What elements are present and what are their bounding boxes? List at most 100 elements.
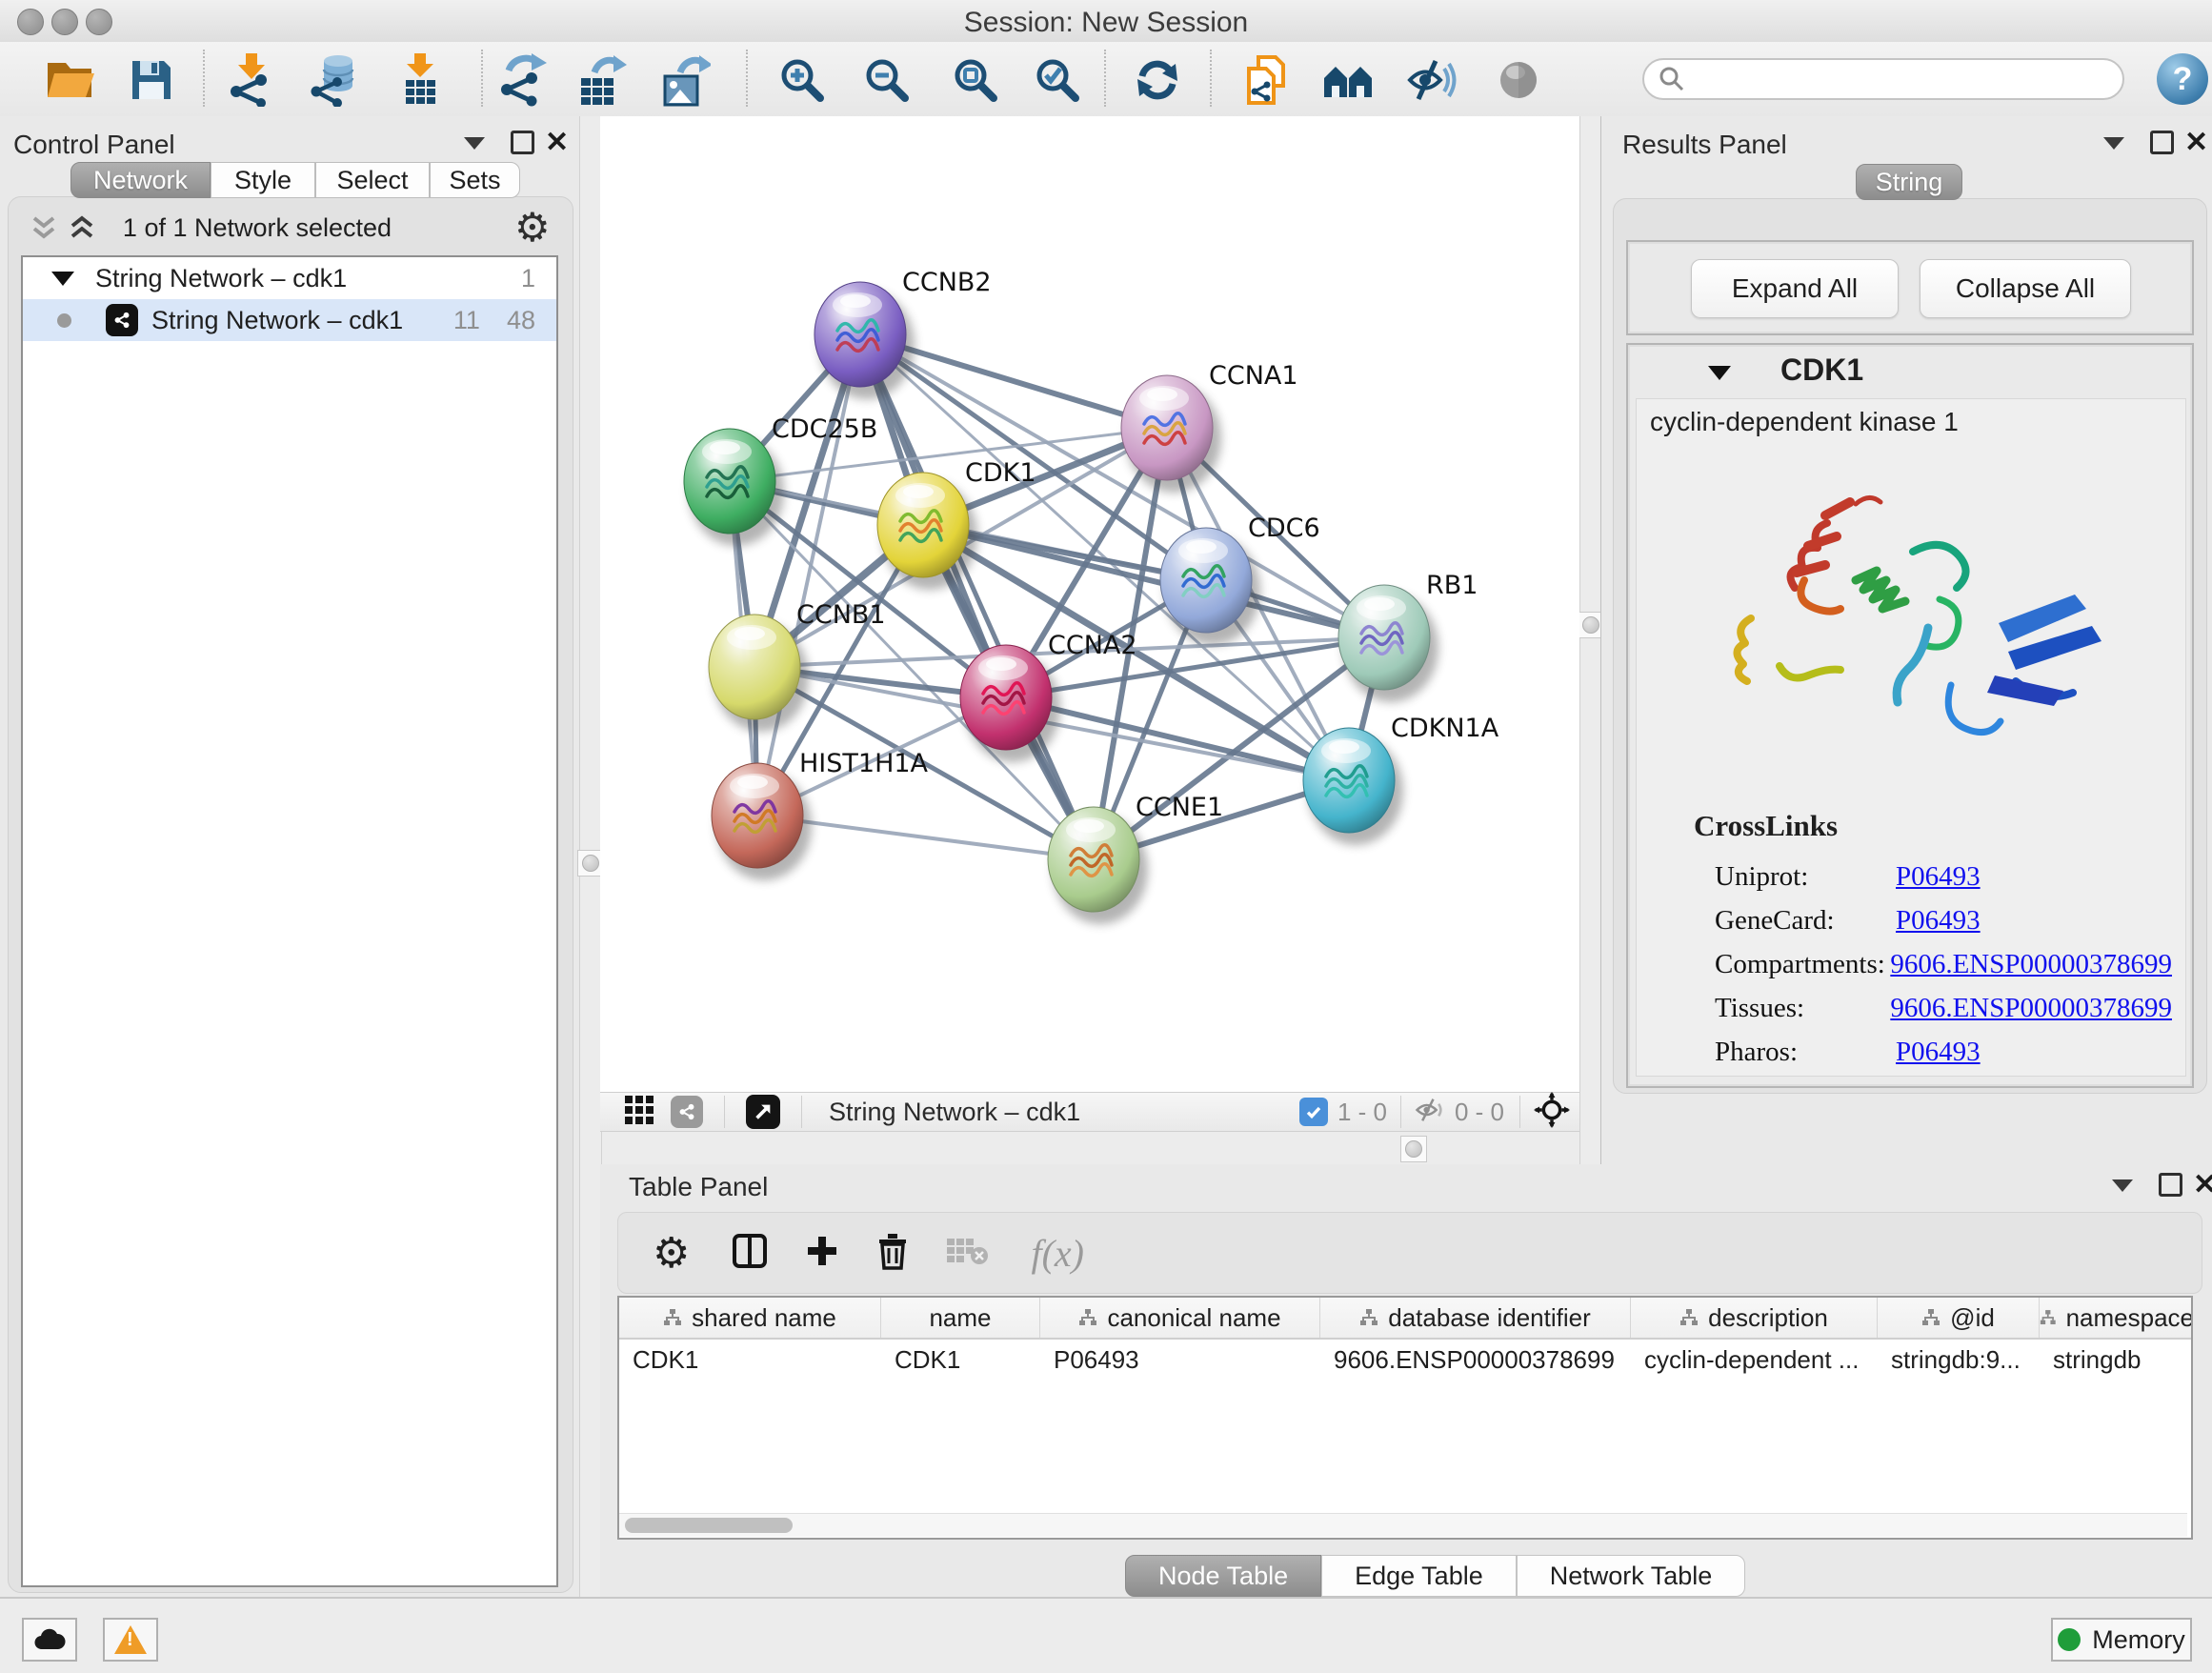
selected-checkbox-icon[interactable] — [1299, 1098, 1328, 1126]
zoom-fit-button[interactable] — [949, 53, 1002, 107]
tab-style[interactable]: Style — [211, 162, 315, 198]
panel-float-icon[interactable] — [2159, 1173, 2182, 1197]
function-builder-icon[interactable]: f(x) — [1031, 1231, 1084, 1276]
duplicate-network-button[interactable] — [1239, 53, 1293, 107]
network-node-CCNA1[interactable] — [1121, 375, 1213, 480]
table-hscrollbar[interactable] — [619, 1513, 2187, 1537]
delete-column-icon[interactable] — [876, 1232, 909, 1275]
panel-float-icon[interactable] — [511, 131, 534, 154]
import-table-file-button[interactable] — [394, 53, 448, 107]
network-row[interactable]: String Network – cdk1 11 48 — [23, 299, 556, 341]
toolbar-separator — [203, 50, 205, 107]
panel-close-icon[interactable]: ✕ — [2193, 1171, 2212, 1199]
apply-layout-button[interactable] — [1131, 53, 1184, 107]
tab-select[interactable]: Select — [315, 162, 430, 198]
zoom-in-button[interactable] — [775, 53, 829, 107]
collapse-all-button[interactable]: Collapse All — [1920, 259, 2131, 318]
crosslink-link[interactable]: P06493 — [1896, 861, 1981, 893]
help-button[interactable]: ? — [2157, 53, 2208, 105]
panel-float-icon[interactable] — [2150, 131, 2174, 154]
crosslink-link[interactable]: 9606.ENSP00000378699 — [1890, 993, 2172, 1024]
select-columns-icon[interactable] — [732, 1233, 768, 1274]
network-node-RB1[interactable] — [1338, 585, 1430, 690]
open-in-window-icon[interactable] — [746, 1095, 780, 1129]
delete-table-icon[interactable] — [947, 1237, 989, 1270]
warning-status-button[interactable] — [103, 1618, 158, 1662]
memory-button[interactable]: Memory — [2051, 1618, 2192, 1662]
network-node-HIST1H1A[interactable] — [712, 763, 803, 868]
protein-collapse-icon[interactable] — [1708, 366, 1731, 380]
network-node-CCNB1[interactable] — [709, 615, 800, 719]
export-table-button[interactable] — [575, 53, 629, 107]
crosslink-link[interactable]: P06493 — [1896, 905, 1981, 937]
tab-sets[interactable]: Sets — [430, 162, 520, 198]
zoom-selected-button[interactable] — [1031, 53, 1084, 107]
panel-menu-icon[interactable] — [464, 137, 485, 150]
show-details-button[interactable] — [1322, 53, 1376, 107]
network-node-CCNE1[interactable] — [1048, 807, 1139, 912]
network-node-CDKN1A[interactable] — [1303, 728, 1395, 833]
export-image-button[interactable] — [659, 53, 713, 107]
cloud-status-button[interactable] — [22, 1618, 77, 1662]
tab-string[interactable]: String — [1856, 164, 1962, 200]
network-collection-row[interactable]: String Network – cdk1 1 — [23, 257, 556, 299]
table-hscroll-thumb[interactable] — [625, 1518, 793, 1533]
table-cell[interactable]: CDK1 — [881, 1340, 1040, 1380]
column-header[interactable]: namespace — [2040, 1298, 2193, 1338]
save-session-button[interactable] — [125, 53, 178, 107]
table-cell[interactable]: 9606.ENSP00000378699 — [1320, 1340, 1631, 1380]
network-node-CDK1[interactable] — [877, 473, 969, 577]
collection-caret-icon[interactable] — [51, 272, 74, 286]
expand-all-icon[interactable] — [67, 215, 99, 247]
crosslink-link[interactable]: P06493 — [1896, 1037, 1981, 1068]
zoom-out-button[interactable] — [860, 53, 914, 107]
open-session-button[interactable] — [44, 53, 97, 107]
column-header[interactable]: description — [1631, 1298, 1878, 1338]
column-header[interactable]: shared name — [619, 1298, 881, 1338]
node-label: CDKN1A — [1391, 714, 1499, 743]
import-network-file-button[interactable] — [225, 53, 278, 107]
network-node-CDC6[interactable] — [1160, 528, 1252, 633]
tab-network-table[interactable]: Network Table — [1517, 1555, 1746, 1597]
tab-edge-table[interactable]: Edge Table — [1321, 1555, 1517, 1597]
bottom-splitter-handle[interactable] — [1400, 1136, 1427, 1162]
fit-selected-icon[interactable] — [1534, 1092, 1570, 1133]
export-network-button[interactable] — [497, 53, 551, 107]
column-header[interactable]: database identifier — [1320, 1298, 1631, 1338]
collapse-all-icon[interactable] — [29, 215, 61, 247]
network-node-CDC25B[interactable] — [684, 429, 775, 534]
table-cell[interactable]: P06493 — [1040, 1340, 1320, 1380]
table-cell[interactable]: stringdb — [2040, 1340, 2193, 1380]
column-header[interactable]: canonical name — [1040, 1298, 1320, 1338]
table-cell[interactable]: cyclin-dependent ... — [1631, 1340, 1878, 1380]
import-network-database-button[interactable] — [310, 53, 363, 107]
network-canvas[interactable]: CCNB2CCNA1CDC25BCDK1CDC6RB1CCNB1CCNA2CDK… — [600, 116, 1579, 1092]
network-node-CCNB2[interactable] — [814, 282, 906, 387]
column-header[interactable]: name — [881, 1298, 1040, 1338]
expand-all-button[interactable]: Expand All — [1691, 259, 1899, 318]
birdseye-icon[interactable] — [625, 1096, 654, 1129]
add-column-icon[interactable] — [806, 1235, 838, 1272]
network-edge[interactable] — [860, 334, 1094, 859]
column-header[interactable]: @id — [1878, 1298, 2040, 1338]
table-cell[interactable]: CDK1 — [619, 1340, 881, 1380]
panel-close-icon[interactable]: ✕ — [2184, 129, 2208, 157]
panel-menu-icon[interactable] — [2112, 1179, 2133, 1192]
crosslink-link[interactable]: 9606.ENSP00000378699 — [1890, 949, 2172, 980]
left-splitter[interactable] — [579, 116, 602, 1597]
network-node-CCNA2[interactable] — [960, 645, 1052, 750]
hidden-eye-slash-icon[interactable] — [1415, 1097, 1447, 1128]
panel-close-icon[interactable]: ✕ — [545, 129, 569, 157]
hide-details-button[interactable] — [1405, 53, 1458, 107]
search-input[interactable] — [1686, 64, 2090, 95]
table-cell[interactable]: stringdb:9... — [1878, 1340, 2040, 1380]
network-edge[interactable] — [757, 334, 860, 816]
gear-icon[interactable]: ⚙ — [514, 204, 551, 251]
string-badge-icon[interactable] — [671, 1096, 703, 1128]
panel-menu-icon[interactable] — [2103, 137, 2124, 150]
table-row[interactable]: CDK1CDK1P064939606.ENSP00000378699cyclin… — [619, 1340, 2191, 1380]
tab-network[interactable]: Network — [70, 162, 211, 198]
toggle-view-button[interactable] — [1492, 53, 1545, 107]
table-settings-gear-icon[interactable]: ⚙ — [653, 1229, 690, 1278]
tab-node-table[interactable]: Node Table — [1125, 1555, 1321, 1597]
